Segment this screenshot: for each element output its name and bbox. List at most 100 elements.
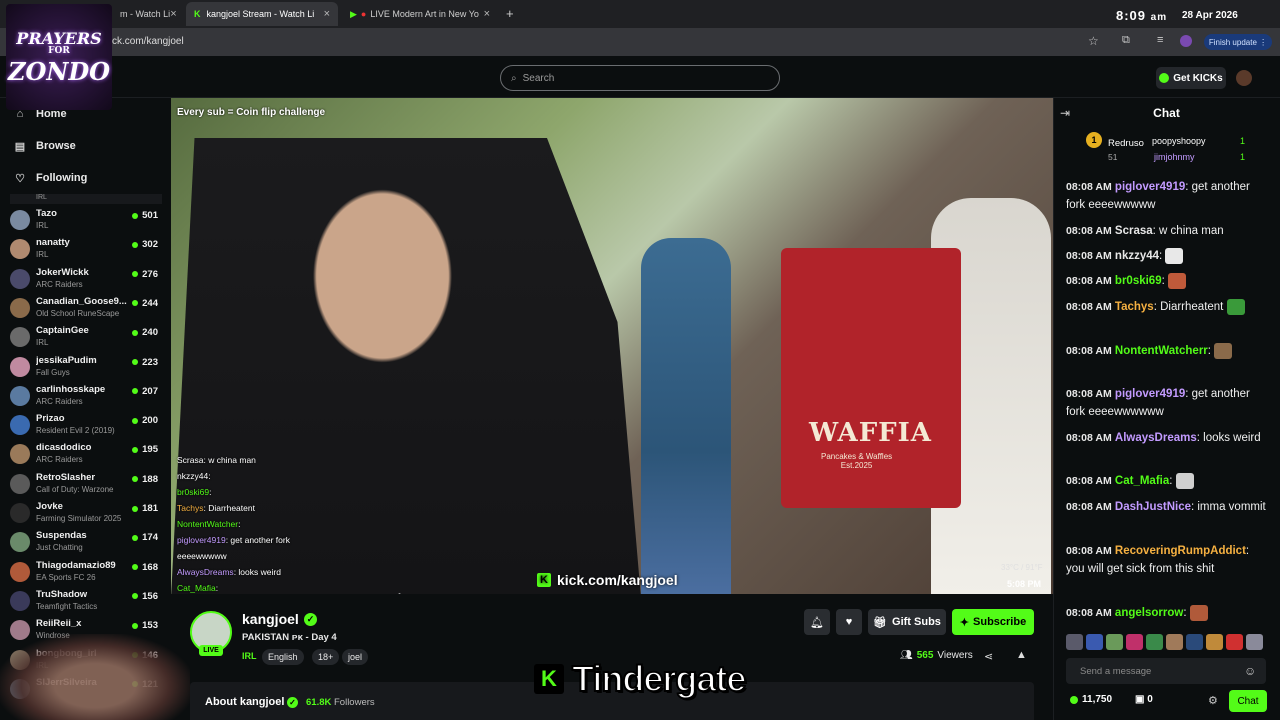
channel-avatar xyxy=(10,473,30,494)
channel-name: ReiiReii_x xyxy=(36,618,82,630)
ticket-icon: ▣ xyxy=(1135,694,1145,705)
bookmark-star-icon[interactable]: ☆ xyxy=(1088,34,1099,48)
viewer-number: 240 xyxy=(142,327,158,339)
gifter-name[interactable]: Redruso xyxy=(1108,138,1144,149)
emote-icon[interactable] xyxy=(1106,634,1123,650)
extensions-icon[interactable]: ⧉ xyxy=(1122,34,1130,47)
sidebar-channel[interactable]: TruShadow Teamfight Tactics 156 xyxy=(10,587,160,615)
overlay-chat-line: Scrasa: w china man xyxy=(177,455,256,465)
channel-viewers: 200 xyxy=(132,415,158,426)
channel-category: IRL xyxy=(36,338,49,348)
emote-bar[interactable] xyxy=(1066,634,1266,652)
media-control-icon[interactable]: ≡ xyxy=(1157,34,1163,46)
emote-icon[interactable] xyxy=(1166,634,1183,650)
message-user[interactable]: piglover4919 xyxy=(1115,388,1185,400)
message-user[interactable]: RecoveringRumpAddict xyxy=(1115,545,1246,557)
tag-pill[interactable]: joel xyxy=(342,649,369,665)
message-time: 08:08 AM xyxy=(1066,181,1112,193)
sidebar-channel[interactable]: carlinhosskape ARC Raiders 207 xyxy=(10,382,160,410)
message-user[interactable]: br0ski69 xyxy=(1115,275,1162,287)
tag-pill[interactable]: English xyxy=(262,649,304,665)
tag-pill[interactable]: 18+ xyxy=(312,649,340,665)
emote-icon[interactable] xyxy=(1186,634,1203,650)
send-chat-button[interactable]: Chat xyxy=(1229,690,1267,712)
sidebar-channel[interactable]: dicasdodico ARC Raiders 195 xyxy=(10,440,160,468)
channel-viewers: 223 xyxy=(132,357,158,368)
close-tab-icon[interactable]: × xyxy=(170,8,176,20)
report-icon[interactable]: ▲ xyxy=(1016,649,1027,661)
sidebar-channel[interactable]: Thiagodamazio89 EA Sports FC 26 168 xyxy=(10,558,160,586)
finish-update-button[interactable]: Finish update ⋮ xyxy=(1204,34,1272,50)
close-tab-icon[interactable]: × xyxy=(484,8,490,20)
url-text[interactable]: ck.com/kangjoel xyxy=(112,36,184,47)
video-player[interactable]: WAFFIA Pancakes & Waffles Est.2025 Every… xyxy=(171,98,1053,594)
sidebar-channel[interactable]: Jovke Farming Simulator 2025 181 xyxy=(10,499,160,527)
sidebar-item-browse[interactable]: ▤ Browse xyxy=(14,136,76,156)
message-user[interactable]: NontentWatcherr xyxy=(1115,345,1208,357)
user-avatar[interactable] xyxy=(1236,70,1252,86)
share-icon[interactable]: ⋖ xyxy=(984,650,993,663)
emote-icon[interactable] xyxy=(1066,634,1083,650)
message-user[interactable]: nkzzy44 xyxy=(1115,250,1159,262)
browser-tab-3[interactable]: ▶ ● LIVE Modern Art in New Yo × xyxy=(342,2,498,26)
sidebar-item-following[interactable]: ♡ Following xyxy=(14,168,87,188)
sidebar-channel[interactable]: nanatty IRL 302 xyxy=(10,235,160,263)
search-input[interactable]: ⌕ Search xyxy=(500,65,780,91)
gifter-name[interactable]: poopyshoopy xyxy=(1152,136,1206,146)
gift-subs-button[interactable]: 🎁︎ Gift Subs xyxy=(868,609,946,635)
channel-avatar xyxy=(10,297,30,318)
close-tab-icon[interactable]: × xyxy=(324,8,330,20)
gifter-name[interactable]: jimjohnmy xyxy=(1154,152,1195,162)
sidebar-channel[interactable]: RetroSlasher Call of Duty: Warzone 188 xyxy=(10,470,160,498)
browser-tab-2[interactable]: Kkangjoel Stream - Watch Li × xyxy=(186,2,338,26)
kicks-balance[interactable]: 11,750 xyxy=(1070,694,1112,705)
overlay-chat-text: : get another fork xyxy=(225,535,290,545)
streamer-name[interactable]: kangjoel xyxy=(242,611,299,627)
emoji-picker-icon[interactable]: ☺ xyxy=(1244,664,1256,678)
sidebar-channel[interactable]: jessikaPudim Fall Guys 223 xyxy=(10,353,160,381)
message-user[interactable]: Tachys xyxy=(1115,301,1154,313)
sidebar-channel[interactable]: Tazo IRL 501 xyxy=(10,206,160,234)
emote-icon[interactable] xyxy=(1226,634,1243,650)
heart-icon: ♥ xyxy=(845,616,853,628)
message-user[interactable]: AlwaysDreams xyxy=(1115,432,1197,444)
verified-icon: ✓ xyxy=(304,613,317,626)
emote-icon[interactable] xyxy=(1086,634,1103,650)
finish-update-label: Finish update xyxy=(1208,37,1257,47)
follow-heart-button[interactable]: ♥ xyxy=(836,609,862,635)
subscribe-button[interactable]: ✦ Subscribe xyxy=(952,609,1034,635)
chat-input[interactable]: Send a message xyxy=(1066,658,1266,684)
stream-category[interactable]: IRL xyxy=(242,651,257,661)
sidebar-channel[interactable]: Suspendas Just Chatting 174 xyxy=(10,528,160,556)
tickets-count[interactable]: ▣ 0 xyxy=(1135,694,1153,705)
get-kicks-button[interactable]: Get KICKs xyxy=(1156,67,1226,89)
gear-icon[interactable]: ⚙ xyxy=(1208,694,1218,707)
follower-count: 61.8K Followers xyxy=(306,697,375,708)
overlay-chat-user: NontentWatcher xyxy=(177,519,239,529)
emote-icon[interactable] xyxy=(1146,634,1163,650)
channel-avatar xyxy=(10,415,30,436)
channel-category: IRL xyxy=(36,250,49,260)
channel-category: Old School RuneScape xyxy=(36,308,120,318)
message-user[interactable]: piglover4919 xyxy=(1115,181,1185,193)
viewer-number: 302 xyxy=(142,239,158,251)
sidebar-channel[interactable]: CaptainGee IRL 240 xyxy=(10,323,160,351)
emote-icon[interactable] xyxy=(1246,634,1263,650)
message-user[interactable]: Scrasa xyxy=(1115,225,1153,237)
overlay-chat-text: : xyxy=(208,471,211,481)
profile-avatar[interactable] xyxy=(1180,35,1192,47)
new-tab-button[interactable]: + xyxy=(506,6,514,21)
message-user[interactable]: angelsorrow xyxy=(1115,607,1183,619)
emote-icon[interactable] xyxy=(1126,634,1143,650)
message-user[interactable]: Cat_Mafia xyxy=(1115,475,1169,487)
sidebar-channel[interactable]: Canadian_Goose9... Old School RuneScape 24… xyxy=(10,294,160,322)
browser-tab-1[interactable]: m - Watch Li × xyxy=(112,2,184,26)
sidebar-channel[interactable]: Prizao Resident Evil 2 (2019) 200 xyxy=(10,411,160,439)
message-user[interactable]: DashJustNice xyxy=(1115,501,1191,513)
emote-icon[interactable] xyxy=(1206,634,1223,650)
sidebar-channel[interactable]: JokerWickk ARC Raiders 276 xyxy=(10,265,160,293)
emote-icon xyxy=(1189,604,1208,621)
notification-bell-button[interactable]: 🔔︎ xyxy=(804,609,830,635)
follower-number: 61.8K xyxy=(306,697,332,708)
channel-avatar xyxy=(10,385,30,406)
